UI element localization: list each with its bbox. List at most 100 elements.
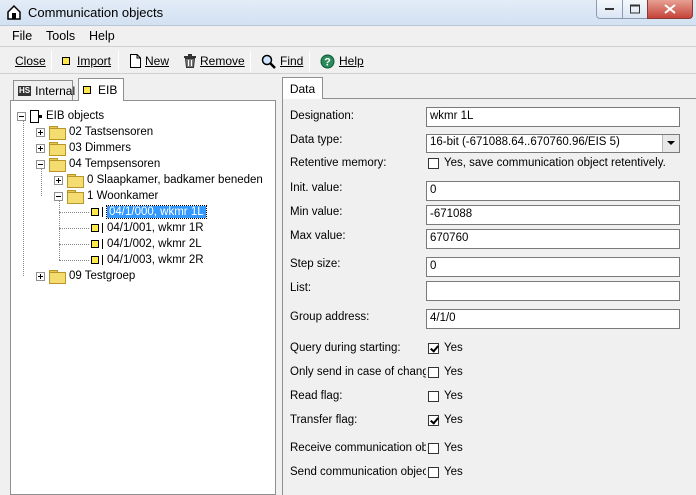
- tree-node-label: 04/1/002, wkmr 2L: [107, 238, 202, 250]
- only-send-text: Yes: [444, 366, 463, 378]
- tree-node-label: 02 Tastsensoren: [69, 126, 154, 138]
- tree-connector: [59, 200, 60, 260]
- minimize-button[interactable]: [596, 0, 623, 19]
- find-button[interactable]: Find: [261, 51, 303, 71]
- close-window-button[interactable]: [647, 0, 693, 19]
- close-icon: [664, 4, 676, 14]
- tree-node-label: 04/1/000, wkmr 1L: [106, 205, 207, 219]
- query-checkbox[interactable]: [428, 343, 439, 354]
- toolbar: Close Import New Remove Find ? Help: [0, 46, 696, 74]
- datatype-value: 16-bit (-671088.64..670760.96/EIS 5): [430, 136, 620, 148]
- folder-icon: [49, 158, 66, 172]
- transfer-flag-checkbox[interactable]: [428, 415, 439, 426]
- tree-node-04-0[interactable]: 0 Slaapkamer, badkamer beneden: [54, 172, 263, 188]
- expand-icon[interactable]: [36, 143, 45, 153]
- tab-internal-label: Internal: [35, 83, 76, 98]
- tree-object[interactable]: 04/1/001, wkmr 1R: [91, 220, 204, 236]
- help-button-label: Help: [339, 54, 364, 68]
- remove-button[interactable]: Remove: [184, 51, 245, 71]
- tree-node-label: 0 Slaapkamer, badkamer beneden: [87, 174, 263, 186]
- tab-internal[interactable]: HS Internal: [13, 80, 76, 100]
- object-icon: [91, 240, 99, 248]
- tree-node-label: 04 Tempsensoren: [69, 158, 161, 170]
- tree-object[interactable]: 04/1/002, wkmr 2L: [91, 236, 202, 252]
- folder-icon: [49, 126, 66, 140]
- tree-connector: [41, 168, 42, 196]
- send-object-text: Yes: [444, 466, 463, 478]
- tab-eib-label: EIB: [98, 83, 118, 97]
- tab-data-label: Data: [289, 81, 316, 96]
- tab-eib[interactable]: EIB: [78, 78, 124, 101]
- tree-connector: [59, 244, 89, 245]
- find-button-label: Find: [280, 54, 304, 68]
- collapse-icon[interactable]: [54, 191, 63, 201]
- init-value-field[interactable]: 0: [426, 181, 680, 201]
- max-value-field[interactable]: 670760: [426, 229, 680, 249]
- import-button[interactable]: Import: [62, 51, 111, 71]
- step-size-label: Step size:: [290, 258, 341, 270]
- retentive-label: Retentive memory:: [290, 157, 387, 169]
- expand-icon[interactable]: [36, 271, 45, 281]
- transfer-flag-text: Yes: [444, 414, 463, 426]
- tree-node-02[interactable]: 02 Tastsensoren: [36, 124, 153, 140]
- datatype-select[interactable]: 16-bit (-671088.64..670760.96/EIS 5): [426, 134, 680, 153]
- title-bar: Communication objects: [0, 0, 696, 26]
- list-field[interactable]: [426, 281, 680, 301]
- close-button[interactable]: Close: [15, 51, 46, 71]
- tree-node-09[interactable]: 09 Testgroep: [36, 268, 135, 284]
- read-flag-text: Yes: [444, 390, 463, 402]
- tree-node-label: 04/1/003, wkmr 2R: [107, 254, 204, 266]
- maximize-icon: [630, 4, 640, 14]
- chevron-down-icon[interactable]: [662, 135, 679, 152]
- tree-connector: [59, 260, 89, 261]
- read-flag-checkbox[interactable]: [428, 391, 439, 402]
- receive-checkbox[interactable]: [428, 443, 439, 454]
- new-button[interactable]: New: [130, 51, 169, 71]
- toolbar-separator: [51, 51, 52, 71]
- step-size-field[interactable]: 0: [426, 257, 680, 277]
- object-bar: [102, 239, 103, 249]
- toolbar-separator: [250, 51, 251, 71]
- tree-node-label: 04/1/001, wkmr 1R: [107, 222, 204, 234]
- menu-file[interactable]: File: [12, 29, 32, 43]
- query-text: Yes: [444, 342, 463, 354]
- tree-object[interactable]: 04/1/003, wkmr 2R: [91, 252, 204, 268]
- menu-help[interactable]: Help: [89, 29, 115, 43]
- tree-object-selected[interactable]: 04/1/000, wkmr 1L: [91, 204, 207, 220]
- collapse-icon[interactable]: [17, 111, 26, 121]
- object-tree[interactable]: EIB objects 02 Tastsensoren 03 Dimmers 0…: [10, 100, 276, 495]
- tree-connector: [23, 120, 24, 276]
- help-button[interactable]: ? Help: [320, 51, 364, 71]
- group-address-label: Group address:: [290, 311, 370, 323]
- remove-button-label: Remove: [200, 54, 245, 68]
- new-button-label: New: [145, 54, 170, 68]
- tree-node-label: 09 Testgroep: [69, 270, 136, 282]
- group-address-field[interactable]: 4/1/0: [426, 309, 680, 329]
- tab-data[interactable]: Data: [282, 77, 323, 99]
- collapse-icon[interactable]: [36, 159, 45, 169]
- tree-node-label: 03 Dimmers: [69, 142, 131, 154]
- object-bar: [102, 255, 103, 265]
- retentive-text: Yes, save communication object retentive…: [444, 157, 666, 169]
- menu-bar: File Tools Help: [0, 26, 696, 46]
- send-object-checkbox[interactable]: [428, 467, 439, 478]
- retentive-checkbox[interactable]: [428, 158, 439, 169]
- object-icon: [91, 224, 99, 232]
- toolbar-separator: [309, 51, 310, 71]
- maximize-button[interactable]: [622, 0, 648, 19]
- tree-connector: [59, 212, 89, 213]
- designation-field[interactable]: wkmr 1L: [426, 107, 680, 127]
- trash-icon: [184, 54, 196, 68]
- object-icon: [62, 57, 70, 65]
- expand-icon[interactable]: [36, 127, 45, 137]
- tree-node-03[interactable]: 03 Dimmers: [36, 140, 131, 156]
- tree-node-root[interactable]: EIB objects: [17, 108, 104, 124]
- tree-node-04-1[interactable]: 1 Woonkamer: [54, 188, 158, 204]
- tree-node-04[interactable]: 04 Tempsensoren: [36, 156, 160, 172]
- svg-text:?: ?: [324, 56, 331, 68]
- send-object-label: Send communication object: [290, 466, 426, 478]
- min-value-field[interactable]: -671088: [426, 205, 680, 225]
- only-send-checkbox[interactable]: [428, 367, 439, 378]
- expand-icon[interactable]: [54, 175, 63, 185]
- menu-tools[interactable]: Tools: [46, 29, 75, 43]
